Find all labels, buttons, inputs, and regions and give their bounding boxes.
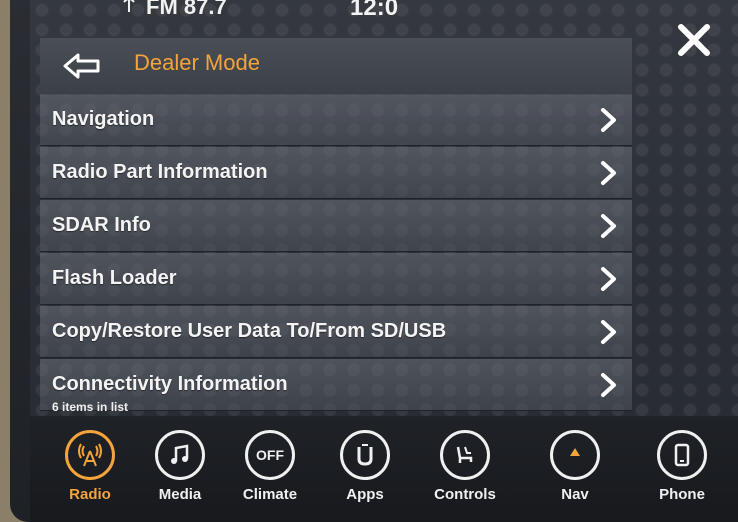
dock-controls-button[interactable]: Controls <box>425 430 505 503</box>
list-item-connectivity-information[interactable]: Connectivity Information <box>40 359 632 411</box>
chevron-right-icon <box>601 161 616 185</box>
dock-radio-button[interactable]: Radio <box>50 430 130 503</box>
back-button[interactable] <box>60 48 104 84</box>
dock-phone-button[interactable]: Phone <box>642 430 722 503</box>
close-icon <box>678 24 710 56</box>
page-title: Dealer Mode <box>134 50 260 75</box>
screen: FM 87.7 12:0 Dealer Mode Navigation Radi… <box>30 0 738 522</box>
clock: 12:0 <box>350 0 399 21</box>
chevron-right-icon <box>601 214 616 238</box>
bottom-dock: Radio Media OFF Climate Apps Controls Na… <box>30 416 738 522</box>
list-item-label: Navigation <box>52 108 155 130</box>
dock-media-button[interactable]: Media <box>140 430 220 503</box>
dock-label: Nav <box>561 486 589 503</box>
list-item-copy-restore[interactable]: Copy/Restore User Data To/From SD/USB <box>40 306 632 358</box>
dock-label: Climate <box>242 486 298 503</box>
apps-icon <box>340 430 390 480</box>
dock-apps-button[interactable]: Apps <box>325 430 405 503</box>
compass-icon <box>550 430 600 480</box>
list-item-radio-part-information[interactable]: Radio Part Information <box>40 147 632 199</box>
seat-controls-icon <box>440 430 490 480</box>
chevron-right-icon <box>601 108 616 132</box>
dealer-mode-list: Navigation Radio Part Information SDAR I… <box>40 94 632 412</box>
list-item-sdar-info[interactable]: SDAR Info <box>40 200 632 252</box>
status-bar: FM 87.7 12:0 <box>120 0 398 21</box>
dock-label: Controls <box>434 486 496 503</box>
dock-label: Radio <box>69 486 111 503</box>
list-item-label: Copy/Restore User Data To/From SD/USB <box>52 320 447 342</box>
list-item-label: SDAR Info <box>52 214 151 236</box>
dock-climate-button[interactable]: OFF Climate <box>230 430 310 503</box>
radio-source: FM 87.7 <box>146 0 227 19</box>
music-note-icon <box>155 430 205 480</box>
radio-signal-icon <box>120 0 138 20</box>
chevron-right-icon <box>601 267 616 291</box>
dock-label: Phone <box>659 486 705 503</box>
climate-off-icon: OFF <box>245 430 295 480</box>
dock-nav-button[interactable]: Nav <box>535 430 615 503</box>
back-arrow-icon <box>63 53 100 79</box>
list-item-navigation[interactable]: Navigation <box>40 94 632 146</box>
list-item-label: Radio Part Information <box>52 161 268 183</box>
dock-label: Apps <box>346 486 384 503</box>
close-button[interactable] <box>666 14 722 66</box>
radio-tower-icon <box>65 430 115 480</box>
list-count: 6 items in list <box>52 400 129 414</box>
list-item-label: Connectivity Information <box>52 373 288 395</box>
list-item-flash-loader[interactable]: Flash Loader <box>40 253 632 305</box>
list-item-label: Flash Loader <box>52 267 177 289</box>
chevron-right-icon <box>601 320 616 344</box>
dock-label: Media <box>158 486 202 503</box>
page-header: Dealer Mode <box>40 38 632 95</box>
phone-icon <box>657 430 707 480</box>
chevron-right-icon <box>601 373 616 397</box>
